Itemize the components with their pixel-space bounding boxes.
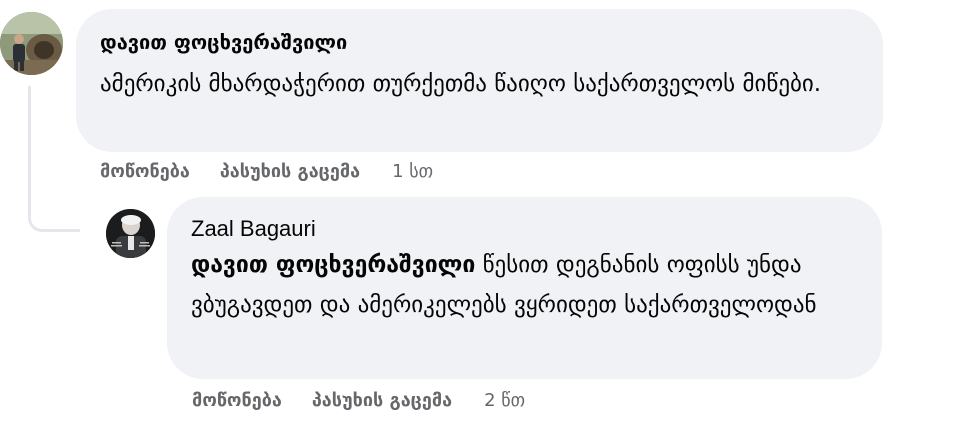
reply-timestamp[interactable]: 2 წთ [484,389,525,413]
reply-avatar[interactable] [106,209,155,258]
reply-bubble: Zaal Bagauri დავით ფოცხვერაშვილი წესით დ… [167,197,882,379]
reply-text-block: დავით ფოცხვერაშვილი წესით დეგნანის ოფისს… [191,245,858,325]
reply-author-name[interactable]: Zaal Bagauri [191,215,858,243]
reply-actions: მოწონება პასუხის გაცემა 2 წთ [192,389,525,413]
reply-button[interactable]: პასუხის გაცემა [312,389,452,413]
comment-author-name[interactable]: დავით ფოცხვერაშვილი [100,28,859,56]
commenter-avatar[interactable] [0,12,63,75]
comment-actions: მოწონება პასუხის გაცემა 1 სთ [100,160,433,184]
avatar-photo [106,209,155,258]
like-button[interactable]: მოწონება [100,160,190,184]
mention-link[interactable]: დავით ფოცხვერაშვილი [191,252,475,278]
comment-text: ამერიკის მხარდაჭერით თურქეთმა წაიღო საქა… [100,71,822,97]
comment-timestamp[interactable]: 1 სთ [392,160,433,184]
reply-button[interactable]: პასუხის გაცემა [220,160,360,184]
comment-bubble: დავით ფოცხვერაშვილი ამერიკის მხარდაჭერით… [76,9,883,152]
avatar-photo [0,12,63,75]
thread-connector-line [28,86,80,232]
like-button[interactable]: მოწონება [192,389,282,413]
